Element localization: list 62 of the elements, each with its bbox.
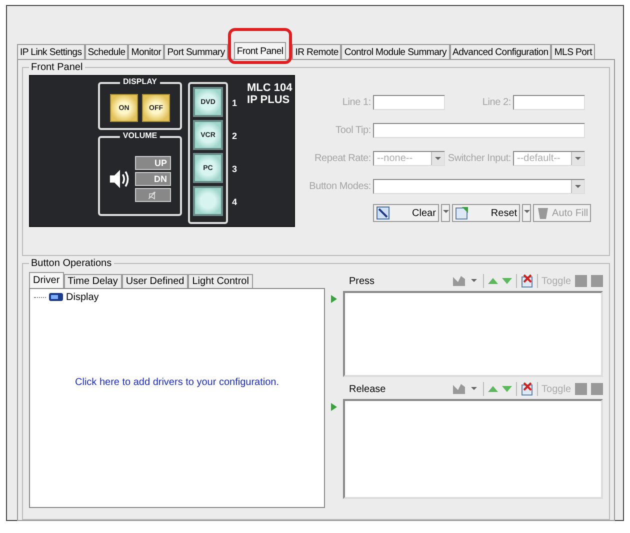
list-label: Release <box>349 384 386 394</box>
volume-button[interactable]: DN <box>135 172 171 186</box>
tab[interactable]: Control Module Summary <box>341 44 450 59</box>
chart-icon[interactable] <box>452 275 466 287</box>
play-arrow-icon <box>331 403 337 411</box>
tab[interactable]: Monitor <box>128 44 164 59</box>
tab[interactable]: Driver <box>29 272 64 288</box>
group-title: Front Panel <box>30 62 84 73</box>
bucket-icon <box>536 206 550 220</box>
tree-item[interactable]: Display <box>30 289 324 305</box>
input-number: 2 <box>232 131 238 143</box>
play-arrow-icon <box>331 295 337 303</box>
group-label: VOLUME <box>120 131 160 140</box>
input-field[interactable] <box>373 123 585 138</box>
field-label: Tool Tip: <box>334 125 371 136</box>
tab[interactable]: Front Panel <box>234 42 286 59</box>
up-arrow-icon[interactable] <box>488 386 498 392</box>
tab[interactable]: Advanced Configuration <box>450 44 552 59</box>
input-number: 4 <box>232 197 238 209</box>
toggle-label: Toggle <box>542 384 571 394</box>
volume-button[interactable]: UP <box>135 156 171 170</box>
tab[interactable]: User Defined <box>122 274 188 288</box>
dropdown-button[interactable] <box>440 204 450 222</box>
add-drivers-link[interactable]: Click here to add drivers to your configuration. <box>30 377 324 388</box>
tab[interactable]: IR Remote <box>292 44 342 59</box>
action-button[interactable]: Clear <box>373 204 439 222</box>
up-arrow-icon[interactable] <box>488 278 498 284</box>
field-label: Line 1: <box>341 97 371 108</box>
down-arrow-icon[interactable] <box>502 386 512 392</box>
display-icon <box>48 291 64 303</box>
input-field[interactable] <box>513 95 585 110</box>
list-label: Press <box>349 276 375 286</box>
mute-button[interactable] <box>135 188 171 202</box>
toggle-label: Toggle <box>542 276 571 286</box>
tab[interactable]: Time Delay <box>64 274 122 288</box>
tab[interactable]: MLS Port <box>551 44 595 59</box>
model-name: MLC 104 <box>247 82 292 94</box>
chart-icon[interactable] <box>452 383 466 395</box>
delete-icon[interactable] <box>520 274 533 288</box>
field-label: Repeat Rate: <box>313 153 371 164</box>
tab[interactable]: IP Link Settings <box>17 44 85 59</box>
group-title: Button Operations <box>30 258 113 269</box>
tab[interactable]: Port Summary <box>164 44 228 59</box>
dropdown[interactable] <box>373 179 585 194</box>
input-button[interactable] <box>193 186 223 216</box>
model-name: IP PLUS <box>247 94 291 106</box>
group-label: DISPLAY <box>120 77 160 86</box>
dropdown-button[interactable] <box>522 204 532 222</box>
delete-icon[interactable] <box>520 382 533 396</box>
field-label: Button Modes: <box>309 181 371 192</box>
eraser-icon <box>376 206 390 220</box>
mute-icon <box>146 190 156 200</box>
field-label: Switcher Input: <box>447 153 511 164</box>
action-button[interactable]: Reset <box>452 204 520 222</box>
tab[interactable]: Light Control <box>188 274 253 288</box>
input-number: 3 <box>232 164 238 176</box>
document-icon <box>454 206 469 220</box>
input-field[interactable] <box>373 95 445 110</box>
tab[interactable]: Schedule <box>84 44 128 59</box>
down-arrow-icon[interactable] <box>502 278 512 284</box>
field-label: Line 2: <box>481 97 511 108</box>
input-number: 1 <box>232 98 238 110</box>
